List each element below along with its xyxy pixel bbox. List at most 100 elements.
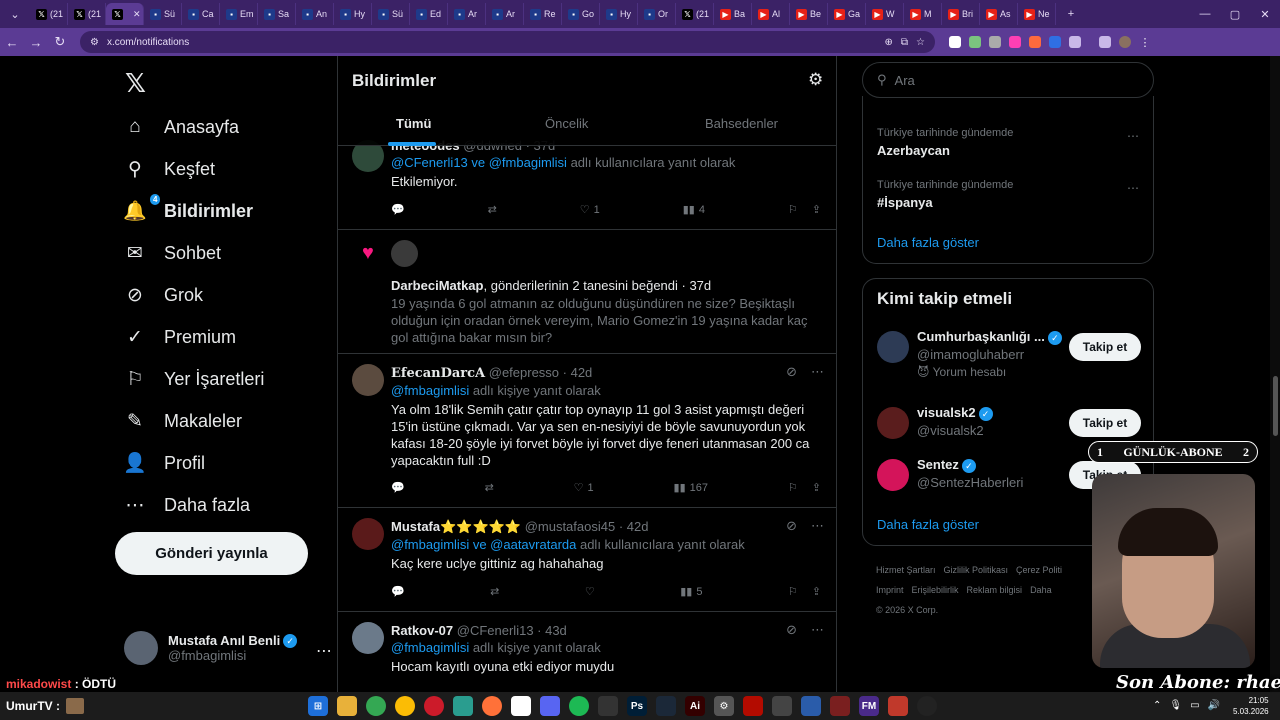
browser-menu-icon[interactable]: ⋮ — [1139, 36, 1151, 49]
app-icon[interactable] — [511, 696, 531, 716]
notification-like[interactable]: ♥ DarbeciMatkap, gönderilerinin 2 tanesi… — [338, 230, 836, 354]
nav-item-bell[interactable]: 🔔 4 Bildirimler — [123, 194, 253, 222]
close-tab-icon[interactable]: ✕ — [133, 9, 141, 20]
app-icon[interactable] — [801, 696, 821, 716]
show-more-link[interactable]: Daha fazla göster — [877, 517, 979, 532]
browser-tab[interactable]: 𝕏 (21 — [30, 3, 68, 25]
views-button[interactable]: ▮▮ 4 — [683, 203, 705, 217]
reply-mentions[interactable]: @fmbagimlisi — [391, 383, 469, 398]
url-field[interactable]: ⚙ x.com/notifications ⊕ ⧉ ☆ — [80, 31, 935, 53]
file-explorer-icon[interactable] — [337, 696, 357, 716]
footer-link[interactable]: Imprint — [876, 585, 904, 595]
acrobat-icon[interactable] — [743, 696, 763, 716]
post-button[interactable]: Gönderi yayınla — [115, 532, 308, 575]
browser-tab[interactable]: ▪ Go — [562, 3, 600, 25]
nav-item-article[interactable]: ✎ Makaleler — [124, 410, 242, 432]
reply-mentions[interactable]: @fmbagimlisi — [391, 640, 469, 655]
share-icon[interactable]: ⇪ — [812, 481, 821, 494]
avatar[interactable] — [877, 331, 909, 363]
settings-icon[interactable]: ⚙ — [714, 696, 734, 716]
suggestion-name-row[interactable]: Cumhurbaşkanlığı ... ✓ — [917, 329, 1062, 345]
x-logo-icon[interactable]: 𝕏 — [125, 68, 146, 99]
display-icon[interactable]: ▭ — [1190, 700, 1199, 711]
tab-mentions[interactable]: Bahsedenler — [705, 116, 778, 131]
reading-list-icon[interactable] — [1099, 36, 1111, 48]
suggestion-name-row[interactable]: Sentez ✓ — [917, 457, 976, 473]
reply-mentions[interactable]: @CFenerli13 ve @fmbagimlisi — [391, 155, 567, 170]
retweet-icon[interactable]: ⇄ — [488, 203, 497, 216]
browser-tab[interactable]: ▶ As — [980, 3, 1018, 25]
install-icon[interactable]: ⧉ — [901, 37, 908, 48]
search-input[interactable]: ⚲ Ara — [862, 62, 1154, 98]
nav-item-search[interactable]: ⚲ Keşfet — [124, 158, 215, 180]
app-icon[interactable] — [772, 696, 792, 716]
app-icon[interactable] — [830, 696, 850, 716]
nav-item-more[interactable]: ⋯ Daha fazla — [124, 494, 251, 516]
scrollbar-thumb[interactable] — [1273, 376, 1278, 436]
browser-tab[interactable]: 𝕏 ✕ — [106, 3, 144, 25]
chrome-icon[interactable] — [366, 696, 386, 716]
avatar[interactable] — [877, 407, 909, 439]
microphone-icon[interactable]: 🎙 — [1169, 700, 1182, 711]
obs-icon[interactable] — [917, 696, 937, 716]
back-icon[interactable]: ← — [0, 35, 24, 50]
like-button[interactable]: ♡ 1 — [580, 203, 600, 217]
retweet-icon[interactable]: ⇄ — [490, 585, 499, 598]
reload-icon[interactable]: ↻ — [48, 34, 72, 50]
extension-icon[interactable] — [989, 36, 1001, 48]
browser-tab[interactable]: ▪ An — [296, 3, 334, 25]
browser-tab[interactable]: ▪ Sü — [144, 3, 182, 25]
tab-priority[interactable]: Öncelik — [545, 116, 588, 131]
browser-tab[interactable]: ▪ Hy — [334, 3, 372, 25]
close-window-icon[interactable]: ✕ — [1250, 8, 1280, 21]
trend-item[interactable]: Azerbaycan — [877, 143, 950, 158]
browser-tab[interactable]: ▪ Sü — [372, 3, 410, 25]
extension-icon[interactable] — [1049, 36, 1061, 48]
extension-icon[interactable] — [949, 36, 961, 48]
avatar[interactable] — [391, 240, 418, 267]
retweet-icon[interactable]: ⇄ — [485, 481, 494, 494]
zoom-icon[interactable]: ⊕ — [885, 37, 893, 48]
notification-reply[interactable]: ⊘ ⋯ Mustafa⭐⭐⭐⭐⭐ @mustafaosi45 · 42d @fmb… — [338, 508, 836, 612]
suggestion-name-row[interactable]: visualsk2 ✓ — [917, 405, 993, 421]
browser-tab[interactable]: ▪ Re — [524, 3, 562, 25]
views-button[interactable]: ▮▮ 5 — [680, 585, 702, 599]
football-manager-icon[interactable]: FM — [859, 696, 879, 716]
account-switcher[interactable]: Mustafa Anıl Benli ✓ @fmbagimlisi ⋯ — [124, 631, 332, 665]
bookmark-star-icon[interactable]: ☆ — [916, 37, 925, 48]
extension-icon[interactable] — [1009, 36, 1021, 48]
nav-item-bookmark[interactable]: ⚐ Yer İşaretleri — [124, 368, 264, 390]
taskbar-clock[interactable]: 21:05 5.03.2026 — [1233, 695, 1269, 717]
avatar[interactable] — [352, 518, 384, 550]
avatar[interactable] — [877, 459, 909, 491]
profile-avatar-icon[interactable] — [1119, 36, 1131, 48]
browser-tab[interactable]: ▪ Hy — [600, 3, 638, 25]
browser-tab[interactable]: ▪ Ar — [448, 3, 486, 25]
scrollbar[interactable] — [1270, 56, 1280, 692]
nav-item-grok[interactable]: ⊘ Grok — [124, 284, 203, 306]
browser-tab[interactable]: ▶ Be — [790, 3, 828, 25]
opera-icon[interactable] — [424, 696, 444, 716]
start-icon[interactable]: ⊞ — [308, 696, 328, 716]
browser-tab[interactable]: ▶ W — [866, 3, 904, 25]
minimize-icon[interactable]: — — [1190, 8, 1220, 20]
forward-icon[interactable]: → — [24, 35, 48, 50]
follow-button[interactable]: Takip et — [1069, 333, 1141, 361]
nav-item-home[interactable]: ⌂ Anasayfa — [124, 116, 239, 138]
capcut-icon[interactable] — [598, 696, 618, 716]
reply-icon[interactable]: 💬 — [391, 203, 405, 216]
notification-reply[interactable]: ⊘ ⋯ Ratkov-07 @CFenerli13 · 43d @fmbagiml… — [338, 612, 836, 692]
footer-link[interactable]: Hizmet Şartları — [876, 565, 936, 575]
settings-gear-icon[interactable]: ⚙ — [808, 70, 823, 90]
browser-tab[interactable]: ▪ Sa — [258, 3, 296, 25]
like-button[interactable]: ♡ 1 — [574, 481, 594, 495]
notification-reply[interactable]: ⊘ ⋯ EfecanDarcA @efepresso · 42d @fmbagim… — [338, 354, 836, 508]
more-options-icon[interactable]: ⋯ — [316, 641, 332, 661]
tab-search-icon[interactable]: ⌄ — [0, 8, 30, 21]
share-icon[interactable]: ⇪ — [812, 203, 821, 216]
author-name[interactable]: Ratkov-07 — [391, 623, 453, 638]
author-name[interactable]: Mustafa⭐⭐⭐⭐⭐ — [391, 519, 521, 534]
browser-tab[interactable]: ▶ Ba — [714, 3, 752, 25]
footer-link[interactable]: Daha — [1030, 585, 1052, 595]
maximize-icon[interactable]: ▢ — [1220, 8, 1250, 21]
